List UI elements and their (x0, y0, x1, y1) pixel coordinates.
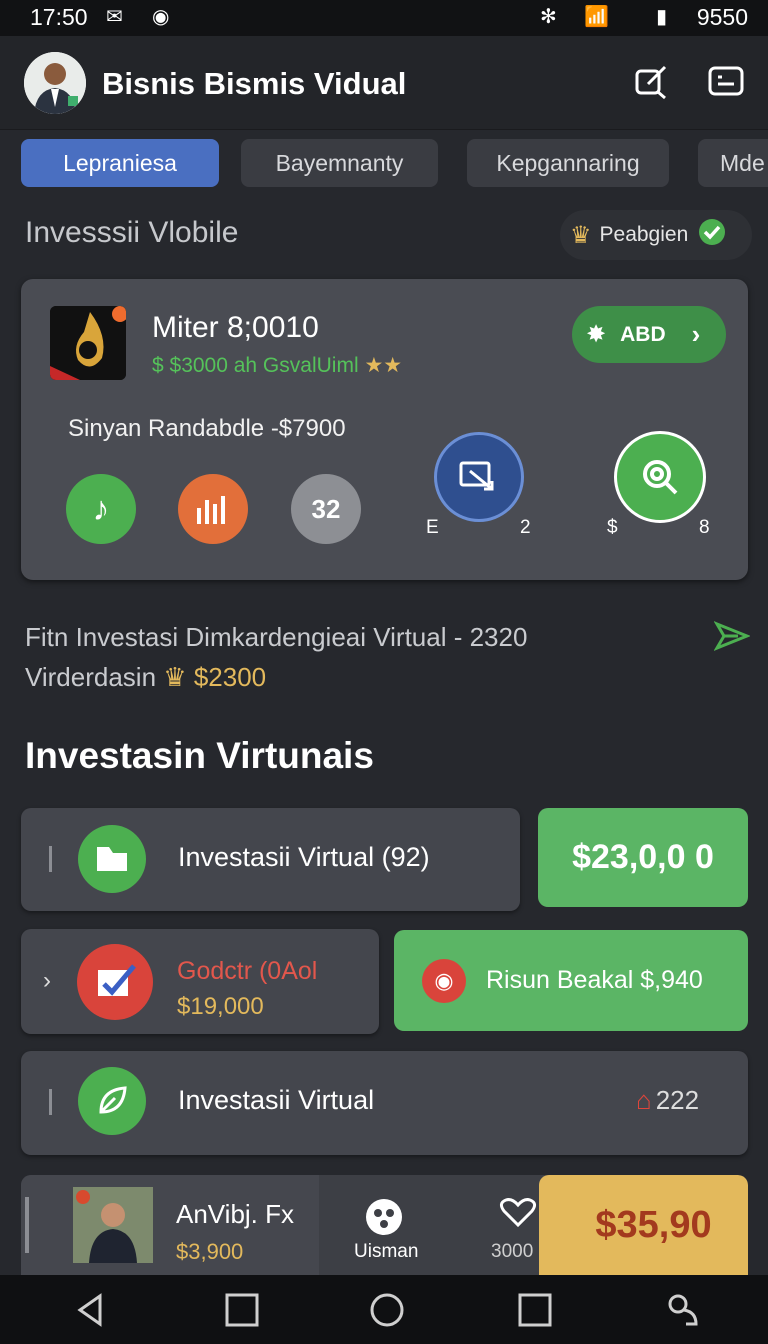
coins-icon: ♛ (570, 221, 592, 249)
edit-icon[interactable] (632, 62, 672, 102)
card-subtitle-text: $ $3000 ah GsvalUiml (152, 354, 359, 377)
promo-line-1: Fitn Investasi Dimkardengieai Virtual - … (25, 622, 528, 652)
checkmark-tool-icon (77, 944, 153, 1020)
drag-handle-icon[interactable] (49, 1089, 52, 1115)
check-icon (698, 218, 726, 252)
row2-title: Godctr (0Aol (177, 957, 318, 985)
label-e: E (426, 517, 439, 538)
count-label: 3000 (491, 1241, 534, 1262)
profile-photo (73, 1187, 153, 1263)
star-icon: ✸ (586, 321, 607, 348)
rating-stars-icon: ★★ (364, 354, 403, 377)
bar-chart-icon[interactable] (178, 474, 248, 544)
profile-name: AnVibj. Fx (176, 1199, 295, 1229)
bluetooth-icon: ✻ (540, 6, 557, 28)
profile-item[interactable]: AnVibj. Fx $3,900 (21, 1175, 319, 1275)
promo-amount: $2300 (193, 662, 267, 692)
drag-handle-icon[interactable] (25, 1197, 29, 1253)
coins-icon: ♛ (163, 662, 187, 692)
brand-logo-icon (50, 306, 126, 380)
row1-label: Investasii Virtual (92) (178, 842, 430, 872)
row3-label: Investasii Virtual (178, 1085, 375, 1115)
card-subtitle: $ $3000 ah GsvalUiml ★★ (152, 353, 402, 378)
mail-icon: ✉ (106, 6, 123, 28)
total-button[interactable]: $35,90 (539, 1175, 748, 1275)
sync-icon: ◉ (152, 6, 170, 28)
card-title: Miter 8;0010 (152, 311, 319, 344)
system-nav-bar (0, 1275, 768, 1344)
row3-count: 222 (655, 1085, 700, 1115)
music-icon[interactable]: ♪ (66, 474, 136, 544)
app-header: Bisnis Bismis Vidual (0, 36, 768, 130)
count-badge[interactable]: 32 (291, 474, 361, 544)
badge-label: Peabgien (599, 223, 689, 246)
chevron-right-icon[interactable]: › (43, 967, 51, 995)
label-dollar: $ (607, 517, 618, 538)
square-icon[interactable] (224, 1292, 260, 1328)
row1-amount-button[interactable]: $23,0,0 0 (538, 808, 748, 907)
promo-text: Fitn Investasi Dimkardengieai Virtual - … (25, 617, 527, 697)
chevron-right-icon: › (691, 319, 701, 349)
abd-button[interactable]: ✸ ABD › (572, 306, 726, 363)
status-time: 17:50 (30, 4, 88, 30)
list-item[interactable]: Investasii Virtual (92) (21, 808, 520, 911)
alert-icon: ◉ (422, 958, 466, 1003)
house-icon: ⌂ (636, 1085, 652, 1115)
bottom-strip: AnVibj. Fx $3,900 Uisman 3000 $35,90 (21, 1175, 748, 1275)
assistant-icon[interactable] (666, 1292, 702, 1328)
label-2: 2 (520, 517, 531, 538)
recents-icon[interactable] (517, 1292, 553, 1328)
drag-handle-icon[interactable] (49, 846, 52, 872)
leaf-icon (78, 1067, 146, 1135)
promo-line-2: Virderdasin ♛ $2300 (25, 657, 527, 697)
search-icon[interactable] (614, 431, 706, 523)
battery-level: 9550 (696, 4, 748, 30)
tab-mde[interactable]: Mde (698, 139, 768, 187)
user-label: Uisman (354, 1241, 419, 1262)
user-icon[interactable] (364, 1197, 410, 1237)
section-title: Invesssii Vlobile (25, 216, 239, 249)
list-item[interactable]: Investasii Virtual ⌂ 222 (21, 1051, 748, 1155)
promo-line-2-text: Virderdasin (25, 662, 157, 692)
total-amount: $35,90 (595, 1203, 712, 1246)
risun-label: Risun Beakal $,940 (486, 966, 703, 994)
tab-lepraniesa[interactable]: Lepraniesa (21, 139, 219, 187)
row3-counter: ⌂ 222 (636, 1085, 699, 1116)
send-icon[interactable] (713, 618, 752, 659)
chat-icon[interactable] (706, 62, 746, 102)
avatar[interactable] (24, 52, 86, 114)
app-title: Bisnis Bismis Vidual (102, 66, 407, 101)
investment-card: Miter 8;0010 $ $3000 ah GsvalUiml ★★ ✸ A… (21, 279, 748, 580)
back-icon[interactable] (72, 1292, 108, 1328)
home-icon[interactable] (369, 1292, 405, 1328)
label-8: 8 (699, 517, 710, 538)
tab-kepgannaring[interactable]: Kepgannaring (467, 139, 669, 187)
tab-bayemnanty[interactable]: Bayemnanty (241, 139, 438, 187)
heart-link-icon[interactable] (498, 1197, 538, 1234)
card-summary: Sinyan Randabdle -$7900 (68, 415, 346, 442)
transfer-icon[interactable] (434, 432, 524, 522)
flag-icon (78, 825, 146, 893)
status-badge[interactable]: ♛ Peabgien (560, 210, 752, 260)
row2-amount: $19,000 (177, 993, 264, 1020)
abd-button-label: ABD (620, 322, 666, 346)
wifi-signal-icon: 📶 (584, 6, 609, 28)
profile-amount: $3,900 (176, 1239, 244, 1264)
list-item[interactable]: › Godctr (0Aol $19,000 (21, 929, 379, 1034)
battery-icon: ▮ (656, 6, 668, 28)
status-bar: 17:50 ✉ ◉ ✻ 📶 ▮ 9550 (0, 0, 768, 36)
risun-button[interactable]: ◉ Risun Beakal $,940 (394, 930, 748, 1031)
list-heading: Investasin Virtunais (25, 735, 374, 776)
